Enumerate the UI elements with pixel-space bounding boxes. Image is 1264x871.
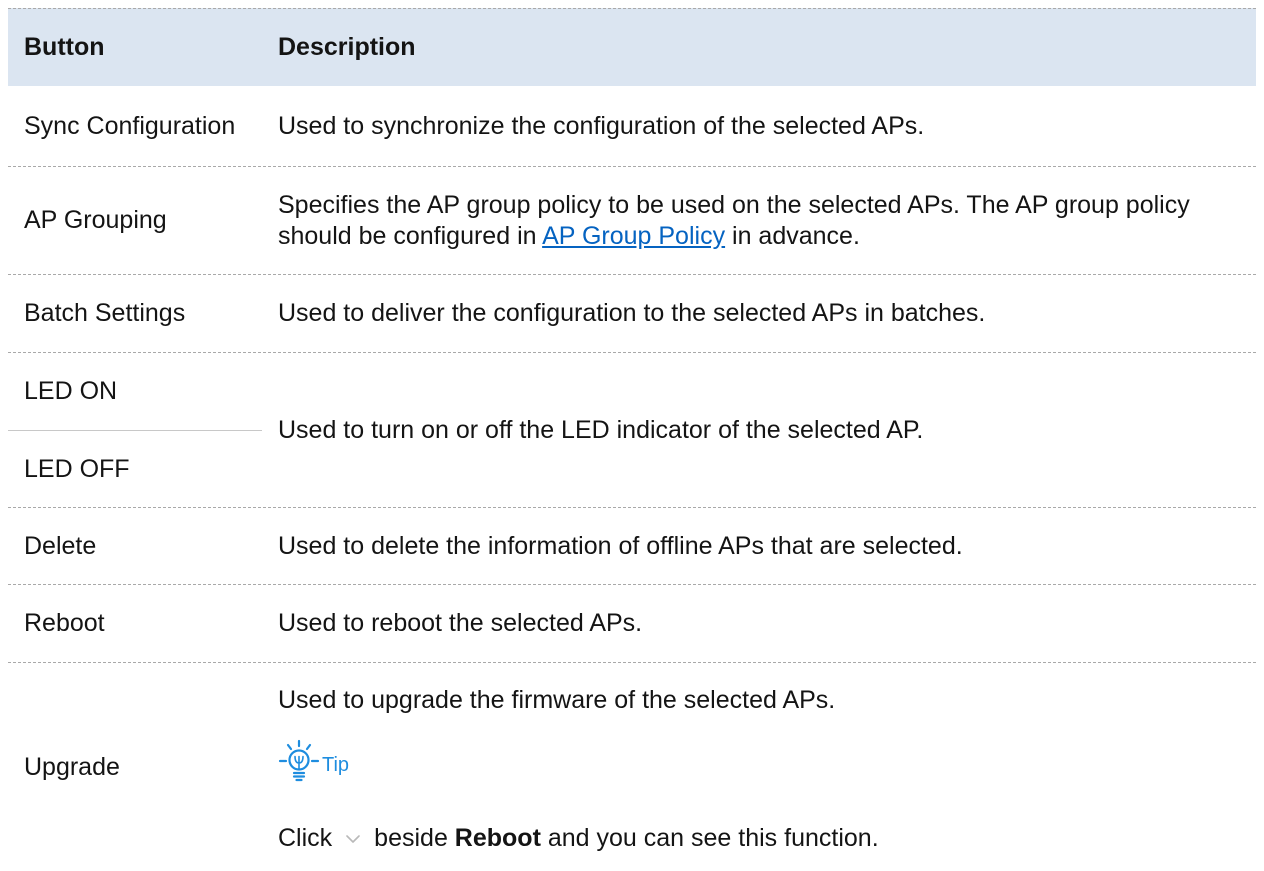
table-row-sync-configuration: Sync Configuration Used to synchronize t… bbox=[8, 86, 1256, 167]
description-text: should be configured in bbox=[278, 221, 537, 250]
table-row-ap-grouping: AP Grouping Specifies the AP group polic… bbox=[8, 167, 1256, 275]
lightbulb-icon bbox=[278, 739, 320, 782]
description-cell: Used to reboot the selected APs. bbox=[278, 609, 643, 637]
description-cell: Used to deliver the configuration to the… bbox=[278, 299, 986, 327]
button-name-cell: Delete bbox=[24, 531, 97, 560]
button-name-cell: Batch Settings bbox=[24, 299, 186, 327]
tip-label: Tip bbox=[322, 754, 350, 776]
description-line-1: Specifies the AP group policy to be used… bbox=[278, 190, 1190, 219]
table-row-delete: Delete Used to delete the information of… bbox=[8, 508, 1256, 585]
description-cell: Specifies the AP group policy to be used… bbox=[262, 167, 1256, 274]
tip-bold-reboot: Reboot bbox=[454, 824, 541, 852]
chevron-down-icon bbox=[346, 835, 360, 844]
button-name-cell: Sync Configuration bbox=[24, 111, 236, 140]
button-name-cell: AP Grouping bbox=[24, 206, 167, 234]
tip-text-end: and you can see this function. bbox=[547, 824, 879, 852]
button-name-cell-led-off: LED OFF bbox=[24, 454, 130, 483]
table-row-led: LED ON LED OFF Used to turn on or off th… bbox=[8, 353, 1256, 508]
description-text: Used to upgrade the firmware of the sele… bbox=[278, 686, 836, 714]
table-row-reboot: Reboot Used to reboot the selected APs. bbox=[8, 585, 1256, 663]
button-name-cell: Upgrade bbox=[24, 752, 120, 781]
led-buttons-column: LED ON LED OFF bbox=[8, 353, 262, 507]
button-description-table: Button Description Sync Configuration Us… bbox=[8, 0, 1256, 871]
button-name-cell: Reboot bbox=[24, 609, 105, 637]
description-cell: Used to delete the information of offlin… bbox=[278, 531, 963, 560]
tip-text-start: Click bbox=[278, 824, 333, 852]
table-row-batch-settings: Batch Settings Used to deliver the confi… bbox=[8, 275, 1256, 353]
ap-group-policy-link[interactable]: AP Group Policy bbox=[542, 222, 725, 250]
column-header-description: Description bbox=[278, 33, 416, 61]
tip-text: Click beside Reboot and you can see this … bbox=[278, 823, 879, 853]
description-text: in advance. bbox=[732, 221, 860, 250]
table-header-row: Button Description bbox=[8, 8, 1256, 86]
column-header-button: Button bbox=[24, 33, 105, 61]
tip-callout: Tip bbox=[278, 739, 349, 783]
tip-text-middle: beside bbox=[374, 824, 448, 852]
table-row-upgrade: Upgrade Used to upgrade the firmware of … bbox=[8, 663, 1256, 871]
description-cell: Used to upgrade the firmware of the sele… bbox=[262, 663, 1256, 871]
description-cell: Used to turn on or off the LED indicator… bbox=[278, 415, 924, 444]
description-cell: Used to synchronize the configuration of… bbox=[278, 111, 925, 140]
button-name-cell-led-on: LED ON bbox=[8, 353, 262, 431]
description-line-2: should be configured in AP Group Policy … bbox=[278, 221, 860, 252]
document-page: { "table": { "headers": { "button": "But… bbox=[0, 0, 1264, 871]
